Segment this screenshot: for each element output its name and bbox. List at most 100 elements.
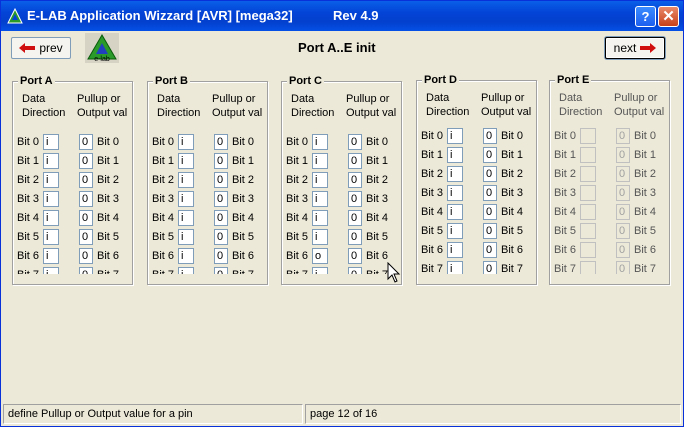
direction-field[interactable]: i	[43, 153, 59, 169]
direction-field[interactable]: i	[312, 210, 328, 226]
direction-field[interactable]: i	[178, 210, 194, 226]
bit-label: Bit 7	[421, 263, 444, 274]
output-value-field[interactable]: 0	[214, 153, 228, 169]
bit-hint: Bit 6	[501, 244, 523, 256]
output-value-field[interactable]: 0	[483, 223, 497, 239]
bit-list[interactable]: Bit 0 i 0 Bit 0 Bit 1 i 0 Bit 1 Bit 2 i 0 Bit 2 Bit …	[282, 134, 401, 274]
output-value-field[interactable]: 0	[79, 153, 93, 169]
bit-list[interactable]: Bit 0 i 0 Bit 0 Bit 1 i 0 Bit 1 Bit 2 i 0 Bit 2 Bit …	[417, 128, 536, 274]
direction-field[interactable]: i	[447, 261, 463, 274]
output-value-field[interactable]: 0	[214, 267, 228, 274]
output-value-field: 0	[616, 204, 630, 220]
direction-field[interactable]: i	[43, 248, 59, 264]
bit-hint: Bit 4	[501, 206, 523, 218]
direction-field[interactable]: i	[43, 210, 59, 226]
direction-field[interactable]: i	[447, 166, 463, 182]
direction-field[interactable]: i	[312, 229, 328, 245]
direction-field[interactable]: i	[178, 229, 194, 245]
output-value-field[interactable]: 0	[79, 267, 93, 274]
output-value-field[interactable]: 0	[483, 147, 497, 163]
output-value-field[interactable]: 0	[79, 248, 93, 264]
direction-field[interactable]: i	[178, 248, 194, 264]
output-value-field[interactable]: 0	[483, 185, 497, 201]
output-value-field[interactable]: 0	[483, 242, 497, 258]
output-value-field[interactable]: 0	[348, 191, 362, 207]
output-value-field[interactable]: 0	[348, 153, 362, 169]
output-header: Output val	[614, 106, 665, 118]
direction-header: Data	[157, 93, 181, 105]
bit-label: Bit 3	[286, 193, 309, 205]
output-value-field[interactable]: 0	[483, 128, 497, 144]
output-value-field[interactable]: 0	[214, 191, 228, 207]
output-value-field[interactable]: 0	[79, 134, 93, 150]
direction-field[interactable]: i	[43, 229, 59, 245]
direction-field	[580, 204, 596, 220]
output-value-field[interactable]: 0	[348, 248, 362, 264]
direction-field[interactable]: i	[312, 172, 328, 188]
direction-field[interactable]: i	[447, 242, 463, 258]
direction-field[interactable]: i	[447, 147, 463, 163]
port-group: Port E Data Direction Pullup or Output val Bi…	[549, 74, 670, 285]
output-value-field[interactable]: 0	[79, 229, 93, 245]
bit-list[interactable]: Bit 0 i 0 Bit 0 Bit 1 i 0 Bit 1 Bit 2 i 0 Bit 2 Bit …	[13, 134, 132, 274]
direction-field[interactable]: i	[447, 185, 463, 201]
bit-label: Bit 0	[554, 130, 577, 142]
bit-row: Bit 0 i 0 Bit 0	[148, 134, 266, 153]
bit-list[interactable]: Bit 0 i 0 Bit 0 Bit 1 i 0 Bit 1 Bit 2 i 0 Bit 2 Bit …	[148, 134, 267, 274]
bit-row: Bit 6 i 0 Bit 6	[13, 248, 131, 267]
output-value-field[interactable]: 0	[79, 210, 93, 226]
output-value-field[interactable]: 0	[348, 210, 362, 226]
bit-label: Bit 4	[17, 212, 40, 224]
direction-field[interactable]: i	[178, 153, 194, 169]
output-value-field[interactable]: 0	[214, 248, 228, 264]
bit-hint: Bit 0	[501, 130, 523, 142]
output-value-field[interactable]: 0	[348, 172, 362, 188]
output-value-field[interactable]: 0	[348, 267, 362, 274]
help-button[interactable]: ?	[635, 6, 656, 27]
direction-field[interactable]: i	[43, 172, 59, 188]
next-button[interactable]: next	[605, 37, 665, 59]
bit-label: Bit 1	[421, 149, 444, 161]
output-value-field[interactable]: 0	[79, 191, 93, 207]
direction-field[interactable]: o	[312, 248, 328, 264]
bit-list[interactable]: Bit 0 0 Bit 0 Bit 1 0 Bit 1 Bit 2 0 Bit 2 Bit 30B…	[550, 128, 669, 274]
output-value-field[interactable]: 0	[214, 172, 228, 188]
close-button[interactable]: ✕	[658, 6, 679, 27]
logo-text: e-lab	[94, 56, 110, 63]
direction-field[interactable]: i	[43, 134, 59, 150]
port-name: Port B	[153, 75, 190, 87]
page-title: Port A..E init	[298, 40, 376, 55]
direction-field[interactable]: i	[447, 204, 463, 220]
output-value-field[interactable]: 0	[483, 166, 497, 182]
output-value-field[interactable]: 0	[214, 210, 228, 226]
output-value-field[interactable]: 0	[348, 229, 362, 245]
direction-field[interactable]: i	[447, 128, 463, 144]
output-value-field[interactable]: 0	[214, 229, 228, 245]
title-bar[interactable]: E-LAB Application Wizzard [AVR] [mega32]…	[1, 1, 683, 31]
direction-field[interactable]: i	[178, 191, 194, 207]
direction-field[interactable]: i	[178, 134, 194, 150]
bit-label: Bit 7	[17, 269, 43, 274]
output-value-field[interactable]: 0	[483, 204, 497, 220]
output-value-field[interactable]: 0	[483, 261, 497, 274]
output-value-field[interactable]: 0	[79, 172, 93, 188]
direction-field[interactable]: i	[447, 223, 463, 239]
output-header: Output val	[346, 107, 397, 119]
bit-row: Bit 6 o 0 Bit 6	[282, 248, 400, 267]
direction-field	[580, 185, 596, 201]
direction-field	[580, 147, 596, 163]
direction-field[interactable]: i	[178, 172, 194, 188]
direction-field[interactable]: i	[43, 191, 59, 207]
direction-field[interactable]: i	[43, 267, 59, 274]
direction-field[interactable]: i	[178, 267, 194, 274]
bit-row: Bit 0 i 0 Bit 0	[282, 134, 400, 153]
output-value-field[interactable]: 0	[348, 134, 362, 150]
direction-field[interactable]: i	[312, 191, 328, 207]
direction-field[interactable]: i	[312, 134, 328, 150]
output-value-field[interactable]: 0	[214, 134, 228, 150]
prev-button[interactable]: prev	[11, 37, 71, 59]
direction-field[interactable]: i	[312, 153, 328, 169]
direction-field[interactable]: i	[312, 267, 328, 274]
bit-row: Bit 7 0 Bit 7	[550, 261, 668, 274]
bit-hint: Bit 2	[366, 174, 388, 186]
